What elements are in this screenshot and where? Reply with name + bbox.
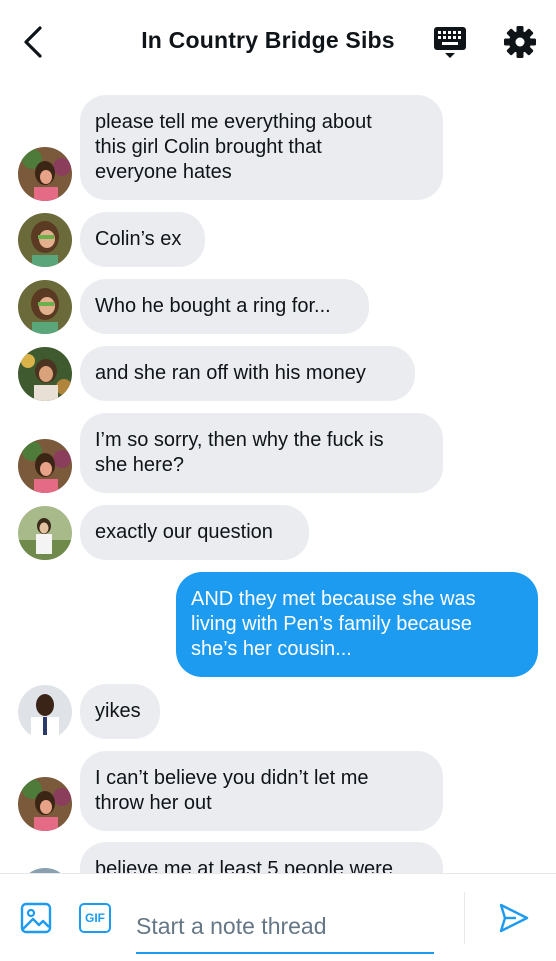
avatar[interactable] [18,280,72,334]
message-bubble[interactable]: Who he bought a ring for... [80,279,369,334]
message-bubble[interactable]: Colin’s ex [80,212,205,267]
keyboard-icon[interactable] [432,24,468,60]
note-thread-input[interactable] [136,900,434,954]
message-bubble[interactable]: I can’t believe you didn’t let me throw … [80,751,443,831]
avatar[interactable] [18,506,72,560]
image-icon[interactable] [20,902,52,934]
composer-divider [464,892,465,944]
message-list[interactable]: please tell me everything about this gir… [0,84,556,874]
conversation-title: In Country Bridge Sibs [141,27,395,53]
message-bubble[interactable]: please tell me everything about this gir… [80,95,443,200]
avatar[interactable] [18,685,72,739]
avatar[interactable] [18,439,72,493]
avatar[interactable] [18,777,72,831]
conversation-header: In Country Bridge Sibs [0,0,556,84]
message-bubble-sent[interactable]: AND they met because she was living with… [176,572,538,677]
message-bubble[interactable]: I’m so sorry, then why the fuck is she h… [80,413,443,493]
gear-icon[interactable] [502,24,538,60]
send-icon[interactable] [498,902,530,934]
message-bubble[interactable]: believe me at least 5 people were [80,842,443,874]
avatar[interactable] [18,213,72,267]
avatar[interactable] [18,347,72,401]
avatar[interactable] [18,147,72,201]
message-bubble[interactable]: yikes [80,684,160,739]
gif-icon[interactable]: GIF [79,903,111,933]
message-bubble[interactable]: and she ran off with his money [80,346,415,401]
composer: GIF [0,873,556,961]
message-bubble[interactable]: exactly our question [80,505,309,560]
